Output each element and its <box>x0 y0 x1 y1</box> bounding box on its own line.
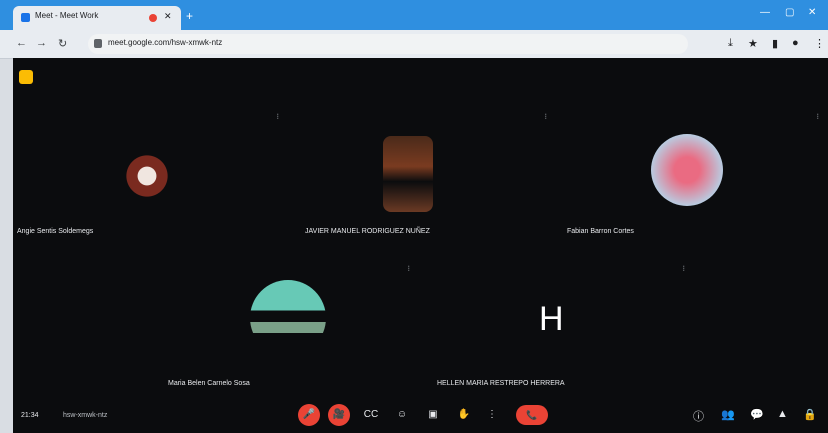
info-icon[interactable]: ⓘ <box>693 408 704 424</box>
minimize-icon[interactable]: — <box>760 7 770 18</box>
participant-photo <box>250 280 326 356</box>
participant-photo <box>111 140 183 212</box>
emoji-button[interactable]: ☺ <box>391 404 413 426</box>
tab-strip: Meet - Meet Work ✕ + — ▢ ✕ <box>0 0 828 30</box>
participant-name: Angie Sentis Soldemegs <box>17 228 94 235</box>
browser-menu-icon[interactable]: ⋮ <box>814 37 825 50</box>
participant-initial: H <box>539 300 564 338</box>
more-options-button[interactable]: ⋮ <box>481 404 503 426</box>
lock-icon <box>94 39 102 48</box>
url-text: meet.google.com/hsw-xmwk-ntz <box>108 38 223 47</box>
participant-tile[interactable]: ⁝ Angie Sentis Soldemegs <box>13 112 279 238</box>
profile-avatar[interactable]: ● <box>792 37 799 49</box>
raise-hand-button[interactable]: ✋ <box>453 404 475 426</box>
forward-icon[interactable]: → <box>36 37 47 49</box>
participant-name: Maria Belen Carnelo Sosa <box>168 380 250 387</box>
participant-photo <box>383 136 433 212</box>
mic-toggle-button[interactable]: 🎤 <box>298 404 320 426</box>
participant-name: Fabian Barron Cortes <box>567 228 634 235</box>
meeting-code: hsw-xmwk-ntz <box>63 412 108 419</box>
tab-title: Meet - Meet Work <box>35 11 99 20</box>
participant-name: JAVIER MANUEL RODRIGUEZ NUÑEZ <box>305 228 430 235</box>
participant-tile[interactable]: ⁝ H HELLEN MARIA RESTREPO HERRERA <box>423 264 685 392</box>
maximize-icon[interactable]: ▢ <box>785 7 794 18</box>
participant-name: HELLEN MARIA RESTREPO HERRERA <box>437 380 565 387</box>
close-window-icon[interactable]: ✕ <box>808 7 816 18</box>
pin-icon[interactable]: ⁝ <box>816 112 819 121</box>
bookmark-star-icon[interactable]: ★ <box>748 37 758 50</box>
participant-tile[interactable]: ⁝ Maria Belen Carnelo Sosa <box>148 264 410 392</box>
participant-tile[interactable]: ⁝ Fabian Barron Cortes <box>557 112 819 238</box>
captions-button[interactable]: CC <box>360 404 382 426</box>
camera-toggle-button[interactable]: 🎥 <box>328 404 350 426</box>
activities-icon[interactable]: ▲ <box>777 408 788 420</box>
people-icon[interactable]: 👥 <box>721 408 735 421</box>
extensions-icon[interactable]: ▮ <box>772 37 778 50</box>
meeting-clock: 21:34 <box>21 412 39 419</box>
address-bar[interactable]: meet.google.com/hsw-xmwk-ntz <box>88 34 688 54</box>
host-controls-icon[interactable]: 🔒 <box>803 408 817 421</box>
new-tab-button[interactable]: + <box>186 9 193 23</box>
browser-chrome: Meet - Meet Work ✕ + — ▢ ✕ ← → ↻ meet.go… <box>0 0 828 59</box>
meet-logo-icon <box>19 70 33 84</box>
browser-tab[interactable]: Meet - Meet Work ✕ <box>13 6 181 30</box>
pin-icon[interactable]: ⁝ <box>544 112 547 121</box>
browser-toolbar: ← → ↻ meet.google.com/hsw-xmwk-ntz ⤓ ★ ▮… <box>0 30 828 58</box>
meet-favicon-icon <box>21 13 30 22</box>
participant-avatar <box>651 134 723 206</box>
chat-icon[interactable]: 💬 <box>750 408 764 421</box>
pin-icon[interactable]: ⁝ <box>682 264 685 273</box>
download-icon[interactable]: ⤓ <box>728 37 733 50</box>
meeting-stage: ⁝ Angie Sentis Soldemegs ⁝ JAVIER MANUEL… <box>13 58 828 433</box>
pin-icon[interactable]: ⁝ <box>276 112 279 121</box>
pin-icon[interactable]: ⁝ <box>407 264 410 273</box>
back-icon[interactable]: ← <box>16 37 27 49</box>
participant-tile[interactable]: ⁝ JAVIER MANUEL RODRIGUEZ NUÑEZ <box>285 112 547 238</box>
meeting-controls-bar: 21:34 hsw-xmwk-ntz 🎤 🎥 CC ☺ ▣ ✋ ⋮ 📞 ⓘ 👥 … <box>13 394 828 433</box>
leave-call-button[interactable]: 📞 <box>516 405 548 425</box>
present-screen-button[interactable]: ▣ <box>422 404 444 426</box>
close-tab-icon[interactable]: ✕ <box>164 11 172 22</box>
reload-icon[interactable]: ↻ <box>58 37 67 50</box>
recording-dot-icon <box>149 14 157 22</box>
